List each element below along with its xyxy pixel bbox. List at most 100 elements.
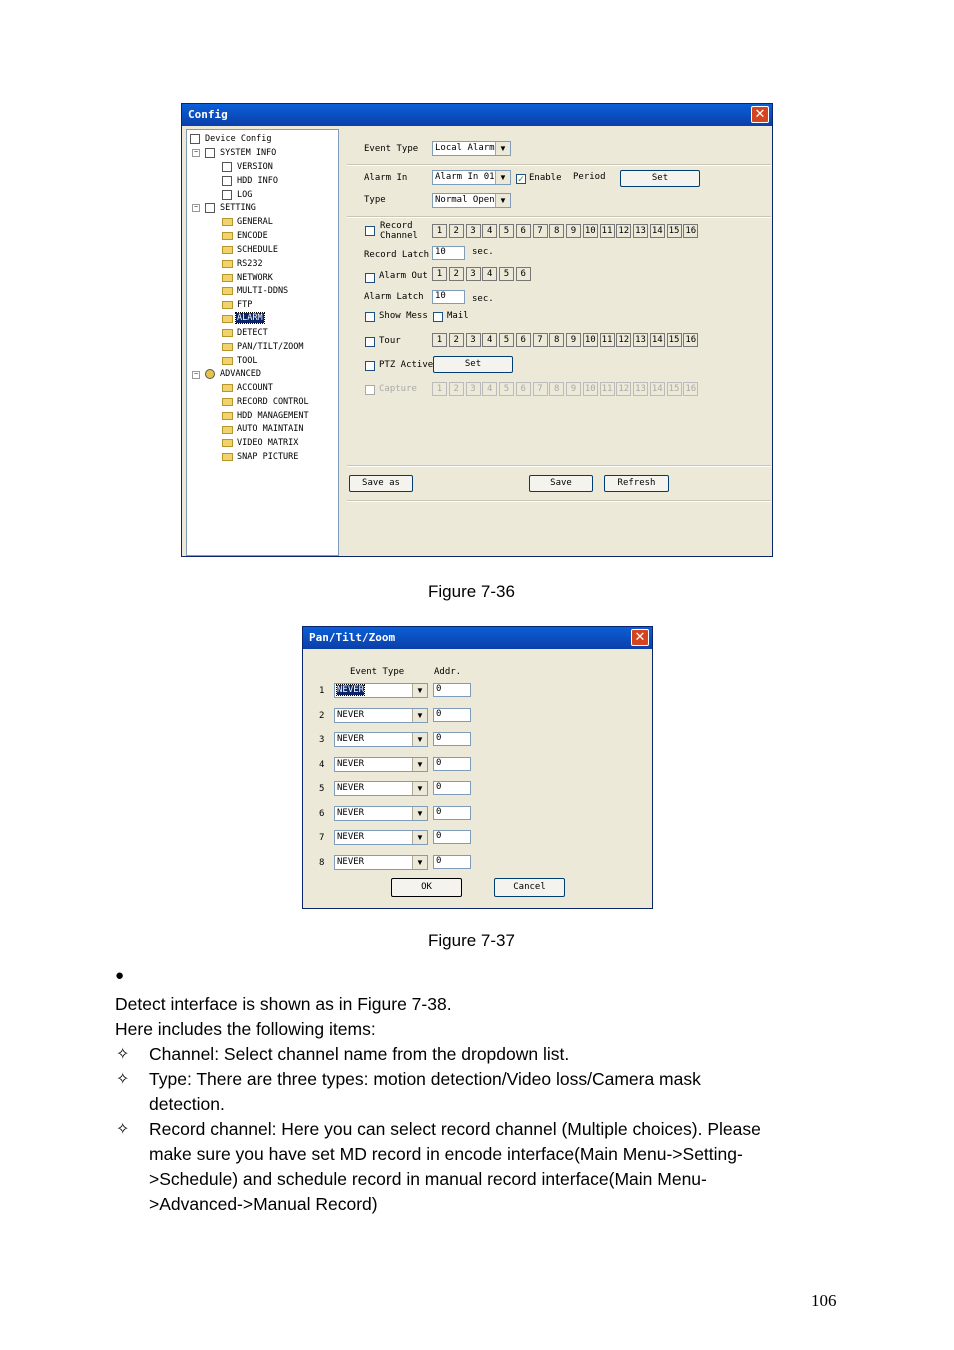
channel-8-button[interactable]: 8 — [549, 382, 565, 396]
tree-item-schedule[interactable]: SCHEDULE — [237, 245, 278, 255]
channel-2-button[interactable]: 2 — [448, 224, 464, 238]
channel-6-button[interactable]: 6 — [515, 333, 531, 347]
tree-root[interactable]: Device Config — [205, 134, 272, 144]
tree-item-network[interactable]: NETWORK — [237, 273, 273, 283]
channel-11-button[interactable]: 11 — [599, 382, 615, 396]
alarm-latch-input[interactable]: 10 — [432, 290, 465, 304]
channel-6-button[interactable]: 6 — [515, 224, 531, 238]
close-icon[interactable]: ✕ — [751, 106, 769, 123]
event-type-select[interactable]: NEVER ▼ — [334, 756, 428, 772]
collapse-icon[interactable]: − — [192, 371, 200, 379]
channel-15-button[interactable]: 15 — [666, 382, 682, 396]
addr-input[interactable]: 0 — [433, 756, 471, 771]
channel-2-button[interactable]: 2 — [448, 382, 464, 396]
show-mess-checkbox[interactable] — [365, 312, 375, 322]
channel-4-button[interactable]: 4 — [482, 267, 498, 281]
channel-13-button[interactable]: 13 — [633, 224, 648, 238]
event-type-select[interactable]: NEVER ▼ — [334, 854, 428, 870]
channel-6-button[interactable]: 6 — [515, 382, 531, 396]
channel-9-button[interactable]: 9 — [566, 333, 581, 347]
channel-5-button[interactable]: 5 — [499, 267, 514, 281]
save-button[interactable]: Save — [529, 475, 593, 492]
chevron-down-icon[interactable]: ▼ — [412, 757, 427, 771]
event-type-select[interactable]: Local Alarm ▼ — [432, 141, 511, 156]
channel-8-button[interactable]: 8 — [549, 333, 565, 347]
chevron-down-icon[interactable]: ▼ — [412, 733, 427, 746]
channel-10-button[interactable]: 10 — [582, 224, 598, 238]
channel-2-button[interactable]: 2 — [448, 333, 464, 347]
chevron-down-icon[interactable]: ▼ — [412, 855, 427, 869]
channel-16-button[interactable]: 16 — [683, 382, 699, 396]
chevron-down-icon[interactable]: ▼ — [495, 171, 510, 184]
channel-5-button[interactable]: 5 — [499, 224, 514, 238]
channel-1-button[interactable]: 1 — [432, 267, 447, 281]
tree-item-video-matrix[interactable]: VIDEO MATRIX — [237, 438, 298, 448]
channel-15-button[interactable]: 15 — [666, 224, 682, 238]
channel-14-button[interactable]: 14 — [649, 333, 665, 347]
channel-8-button[interactable]: 8 — [549, 224, 565, 238]
channel-3-button[interactable]: 3 — [465, 382, 481, 396]
channel-16-button[interactable]: 16 — [683, 224, 699, 238]
tree-item-rs232[interactable]: RS232 — [237, 259, 263, 269]
channel-10-button[interactable]: 10 — [582, 333, 598, 347]
addr-input[interactable]: 0 — [433, 683, 471, 697]
period-set-button[interactable]: Set — [620, 170, 700, 187]
chevron-down-icon[interactable]: ▼ — [412, 708, 427, 722]
channel-1-button[interactable]: 1 — [432, 333, 447, 347]
channel-6-button[interactable]: 6 — [515, 267, 531, 281]
tree-item-record-control[interactable]: RECORD CONTROL — [237, 397, 309, 407]
tree-item-hdd-management[interactable]: HDD MANAGEMENT — [237, 411, 309, 421]
chevron-down-icon[interactable]: ▼ — [412, 684, 427, 697]
event-type-select[interactable]: NEVER ▼ — [334, 781, 428, 796]
chevron-down-icon[interactable]: ▼ — [412, 806, 427, 820]
channel-14-button[interactable]: 14 — [649, 224, 665, 238]
ptz-set-button[interactable]: Set — [433, 356, 513, 373]
channel-13-button[interactable]: 13 — [633, 333, 648, 347]
channel-13-button[interactable]: 13 — [633, 382, 648, 396]
channel-9-button[interactable]: 9 — [566, 224, 581, 238]
channel-4-button[interactable]: 4 — [482, 382, 498, 396]
addr-input[interactable]: 0 — [433, 830, 471, 844]
tree-item-hdd-info[interactable]: HDD INFO — [237, 176, 278, 186]
addr-input[interactable]: 0 — [433, 707, 471, 722]
channel-1-button[interactable]: 1 — [432, 382, 447, 396]
channel-3-button[interactable]: 3 — [465, 267, 481, 281]
close-icon[interactable]: ✕ — [631, 629, 649, 646]
event-type-select[interactable]: NEVER ▼ — [334, 830, 428, 845]
tree-item-log[interactable]: LOG — [237, 190, 252, 200]
alarm-in-select[interactable]: Alarm In 01 ▼ — [432, 170, 511, 185]
channel-3-button[interactable]: 3 — [465, 333, 481, 347]
channel-12-button[interactable]: 12 — [616, 333, 632, 347]
tree-item-general[interactable]: GENERAL — [237, 217, 273, 227]
tree-item-multi-ddns[interactable]: MULTI-DDNS — [237, 286, 288, 296]
channel-5-button[interactable]: 5 — [499, 382, 514, 396]
ok-button[interactable]: OK — [391, 878, 462, 897]
channel-14-button[interactable]: 14 — [649, 382, 665, 396]
addr-input[interactable]: 0 — [433, 732, 471, 746]
channel-4-button[interactable]: 4 — [482, 333, 498, 347]
channel-7-button[interactable]: 7 — [532, 224, 548, 238]
channel-12-button[interactable]: 12 — [616, 224, 632, 238]
tree-item-detect[interactable]: DETECT — [237, 328, 268, 338]
tree-item-alarm-selected[interactable]: ALARM — [235, 312, 265, 324]
event-type-select[interactable]: NEVER ▼ — [334, 683, 428, 698]
tour-checkbox[interactable] — [365, 337, 375, 347]
tree-item-version[interactable]: VERSION — [237, 162, 273, 172]
tree-item-auto-maintain[interactable]: AUTO MAINTAIN — [237, 424, 304, 434]
tree-item-account[interactable]: ACCOUNT — [237, 383, 273, 393]
chevron-down-icon[interactable]: ▼ — [495, 194, 510, 207]
channel-12-button[interactable]: 12 — [616, 382, 632, 396]
chevron-down-icon[interactable]: ▼ — [412, 782, 427, 795]
tree-item-setting[interactable]: SETTING — [220, 203, 256, 213]
capture-checkbox[interactable] — [365, 385, 375, 395]
save-as-button[interactable]: Save as — [349, 475, 413, 492]
cancel-button[interactable]: Cancel — [494, 878, 565, 897]
chevron-down-icon[interactable]: ▼ — [495, 142, 510, 155]
chevron-down-icon[interactable]: ▼ — [412, 831, 427, 844]
ptz-active-checkbox[interactable] — [365, 361, 375, 371]
channel-1-button[interactable]: 1 — [432, 224, 447, 238]
channel-5-button[interactable]: 5 — [499, 333, 514, 347]
channel-3-button[interactable]: 3 — [465, 224, 481, 238]
record-channel-checkbox[interactable] — [365, 226, 375, 236]
tree-item-system-info[interactable]: SYSTEM INFO — [220, 148, 276, 158]
